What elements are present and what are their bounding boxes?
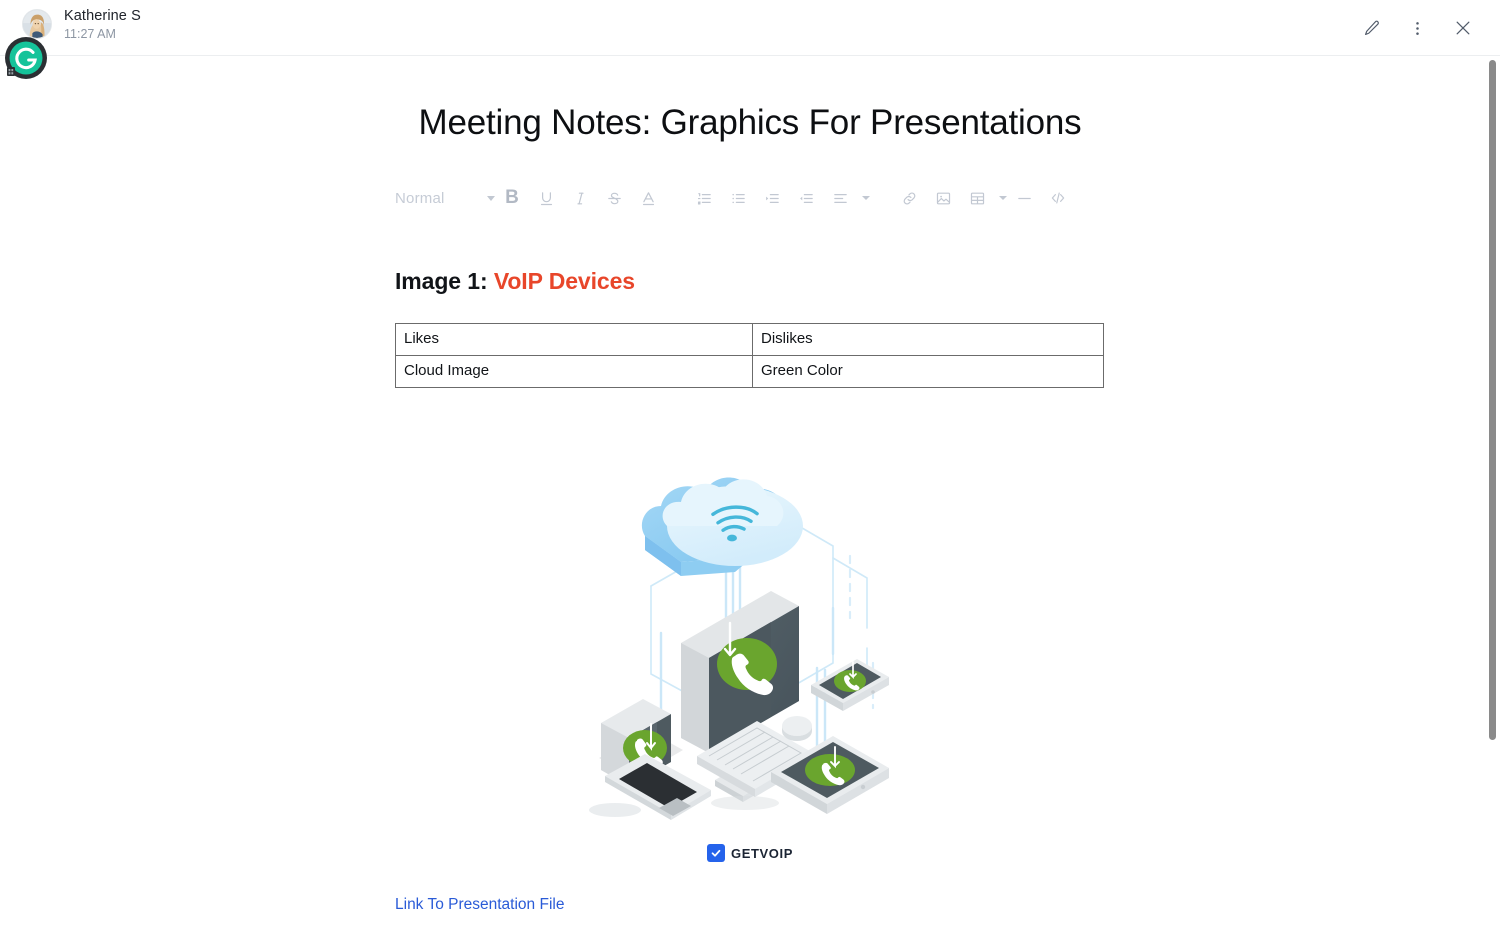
likes-dislikes-table: Likes Dislikes Cloud Image Green Color <box>395 323 1104 388</box>
grammarly-badge-icon[interactable] <box>4 36 48 80</box>
scrollbar-thumb[interactable] <box>1489 60 1496 740</box>
document-body[interactable]: Image 1: VoIP Devices Likes Dislikes Clo… <box>395 218 1105 914</box>
getvoip-logo: GETVOIP <box>707 844 793 862</box>
figure-voip-devices: GETVOIP <box>395 458 1105 862</box>
brand-name: GETVOIP <box>731 845 793 861</box>
table-cell-dislike-1[interactable]: Green Color <box>752 355 1104 388</box>
table-row: Cloud Image Green Color <box>395 355 1104 388</box>
voip-devices-illustration[interactable] <box>585 458 915 838</box>
more-options-icon[interactable] <box>1402 13 1432 43</box>
underline-button[interactable] <box>529 181 563 215</box>
close-icon[interactable] <box>1448 13 1478 43</box>
header-actions <box>1356 13 1478 43</box>
chevron-down-icon <box>487 195 495 201</box>
image-button[interactable] <box>926 181 960 215</box>
ordered-list-button[interactable] <box>687 181 721 215</box>
table-row: Likes Dislikes <box>395 323 1104 356</box>
horizontal-rule-button[interactable] <box>1007 181 1041 215</box>
align-left-icon <box>823 181 857 215</box>
table-cell-like-1[interactable]: Cloud Image <box>395 355 753 388</box>
cloud-shape <box>641 477 803 576</box>
editor-toolbar: Normal B <box>395 178 1105 218</box>
link-button[interactable] <box>892 181 926 215</box>
code-block-button[interactable] <box>1041 181 1075 215</box>
avatar[interactable] <box>22 9 52 39</box>
text-color-button[interactable] <box>631 181 665 215</box>
outdent-button[interactable] <box>789 181 823 215</box>
presentation-file-link[interactable]: Link To Presentation File <box>395 896 1105 914</box>
table-icon <box>960 181 994 215</box>
message-timestamp: 11:27 AM <box>64 27 116 41</box>
vertical-scrollbar[interactable] <box>1486 56 1500 938</box>
section-heading-prefix: Image 1: <box>395 268 494 294</box>
page-title: Meeting Notes: Graphics For Presentation… <box>418 103 1082 142</box>
strikethrough-button[interactable] <box>597 181 631 215</box>
align-button[interactable] <box>823 181 870 215</box>
chevron-down-icon <box>862 196 870 200</box>
table-button[interactable] <box>960 181 1007 215</box>
checkmark-icon <box>707 844 725 862</box>
app-header: Katherine S 11:27 AM <box>0 0 1500 79</box>
edit-icon[interactable] <box>1356 13 1386 43</box>
table-header-dislikes[interactable]: Dislikes <box>752 323 1104 356</box>
style-select[interactable]: Normal <box>395 190 495 207</box>
italic-button[interactable] <box>563 181 597 215</box>
bullet-list-button[interactable] <box>721 181 755 215</box>
smartphone <box>811 659 889 711</box>
style-select-value: Normal <box>395 189 445 207</box>
document-page: Meeting Notes: Graphics For Presentation… <box>0 56 1500 914</box>
section-heading-accent: VoIP Devices <box>493 268 635 294</box>
table-header-likes[interactable]: Likes <box>395 323 753 356</box>
section-heading: Image 1: VoIP Devices <box>395 266 1105 296</box>
author-name: Katherine S <box>64 8 141 24</box>
chevron-down-icon <box>999 196 1007 200</box>
bold-button[interactable]: B <box>495 181 529 215</box>
indent-button[interactable] <box>755 181 789 215</box>
document-scroll-area[interactable]: Meeting Notes: Graphics For Presentation… <box>0 56 1500 938</box>
author-meta: Katherine S 11:27 AM <box>64 6 141 43</box>
